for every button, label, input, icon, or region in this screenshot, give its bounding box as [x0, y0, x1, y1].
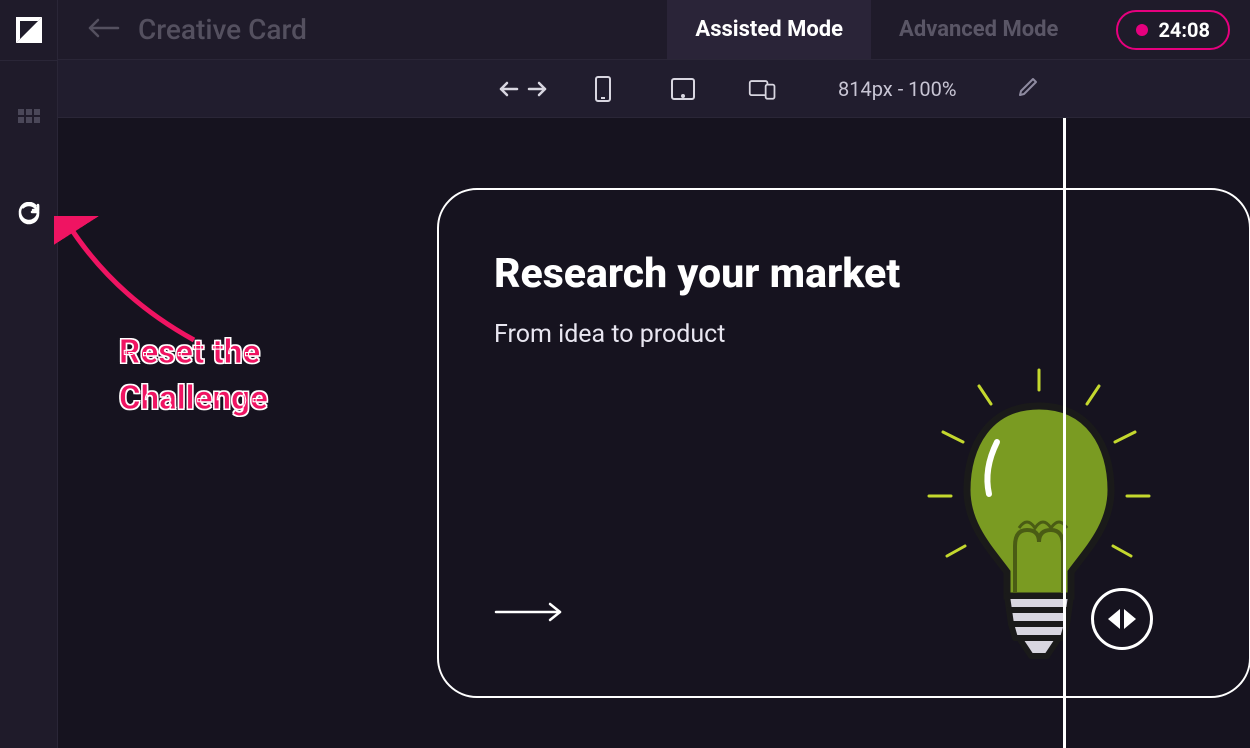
- zoom-info[interactable]: 814px - 100%: [838, 77, 957, 101]
- timer-value: 24:08: [1158, 18, 1210, 42]
- resize-handle[interactable]: [1091, 588, 1153, 650]
- divider: [0, 60, 57, 61]
- sidebar: [0, 0, 58, 748]
- tab-assisted-mode[interactable]: Assisted Mode: [667, 0, 871, 59]
- page-title: Creative Card: [138, 13, 307, 46]
- timer-badge[interactable]: 24:08: [1116, 10, 1230, 50]
- reset-challenge-button[interactable]: [0, 191, 58, 241]
- undo-redo-button[interactable]: [498, 69, 548, 109]
- tab-advanced-mode[interactable]: Advanced Mode: [871, 0, 1086, 59]
- device-mobile-button[interactable]: [578, 69, 628, 109]
- width-ruler: [1063, 118, 1066, 748]
- card-subheading: From idea to product: [494, 320, 1194, 349]
- record-dot-icon: [1136, 24, 1148, 36]
- device-tablet-button[interactable]: [658, 69, 708, 109]
- grid-icon: [18, 109, 40, 123]
- edit-button[interactable]: [1017, 76, 1039, 102]
- card-heading: Research your market: [494, 250, 1194, 298]
- card-arrow-icon: [494, 602, 564, 626]
- mode-tabs: Assisted Mode Advanced Mode: [667, 0, 1086, 59]
- pencil-icon: [1017, 76, 1039, 98]
- back-button[interactable]: [88, 18, 120, 42]
- app-logo[interactable]: [0, 0, 58, 60]
- reset-icon: [17, 202, 41, 230]
- sidebar-grid-button[interactable]: [0, 91, 58, 141]
- canvas: Research your market From idea to produc…: [58, 118, 1250, 748]
- header: Creative Card Assisted Mode Advanced Mod…: [58, 0, 1250, 60]
- device-responsive-button[interactable]: [738, 69, 788, 109]
- canvas-toolbar: 814px - 100%: [58, 60, 1250, 118]
